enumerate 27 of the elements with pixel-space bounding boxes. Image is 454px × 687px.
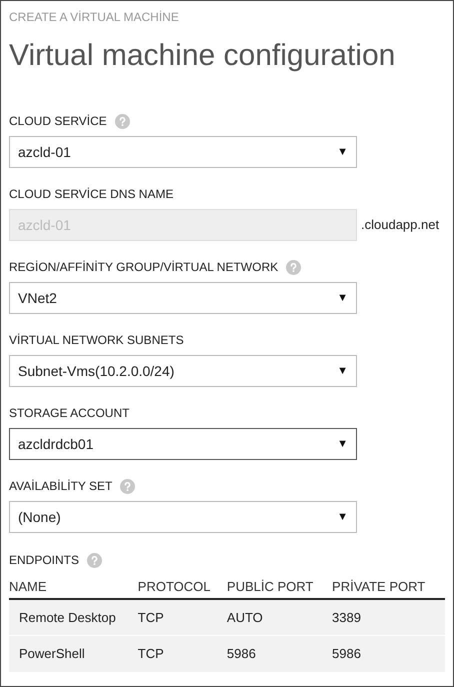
help-icon[interactable]: [120, 478, 136, 494]
table-cell: AUTO: [226, 598, 332, 636]
dropdown-field[interactable]: azcldrdcb01 ▼: [9, 428, 357, 460]
field-label: ENDPOINTS: [9, 552, 80, 569]
field-label: CLOUD SERVİCE: [9, 113, 107, 130]
help-icon[interactable]: [114, 114, 130, 128]
dropdown-field[interactable]: (None) ▼: [9, 501, 357, 533]
field-label: STORAGE ACCOUNT: [9, 405, 130, 422]
page-title: Virtual machine configuration: [9, 39, 396, 72]
table-cell: 5986: [226, 636, 332, 672]
help-icon[interactable]: [87, 552, 102, 568]
dropdown-field[interactable]: azcld-01 ▼: [9, 136, 357, 168]
field-label: AVAİLABİLİTY SET: [9, 478, 112, 495]
table-cell: TCP: [138, 598, 227, 636]
wizard-title: CREATE A VİRTUAL MACHİNE: [9, 9, 180, 25]
field-label: CLOUD SERVİCE DNS NAME: [9, 186, 174, 203]
table-cell: 3389: [332, 598, 445, 636]
domain-suffix: .cloudapp.net: [361, 216, 440, 234]
table-cell: PowerShell: [9, 636, 138, 672]
field-label: VİRTUAL NETWORK SUBNETS: [9, 332, 184, 349]
help-icon[interactable]: [286, 260, 302, 274]
table-cell: TCP: [138, 636, 227, 672]
dropdown-field[interactable]: Subnet-Vms(10.2.0.0/24) ▼: [9, 355, 357, 387]
table-cell: Remote Desktop: [9, 598, 138, 636]
dropdown-field[interactable]: VNet2 ▼: [9, 282, 357, 314]
field-label: REGİON/AFFİNİTY GROUP/VİRTUAL NETWORK: [9, 259, 278, 276]
table-cell: 5986: [332, 636, 445, 672]
